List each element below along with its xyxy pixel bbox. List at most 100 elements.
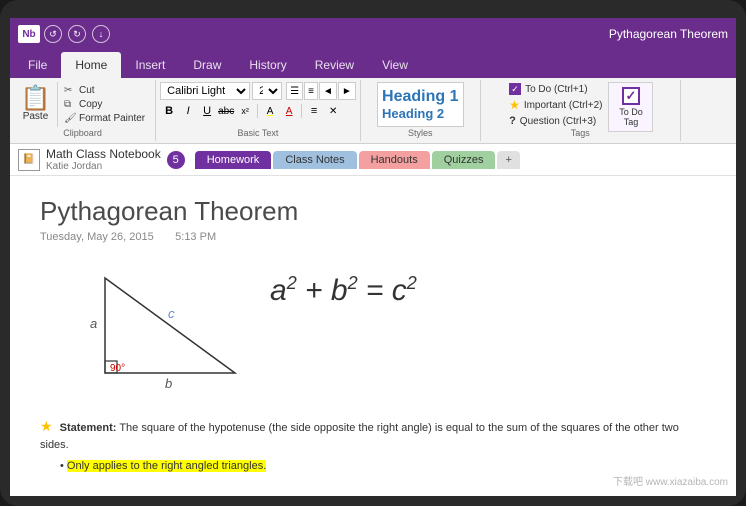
- paste-button[interactable]: 📋 Paste: [14, 82, 58, 127]
- todo-tag-button[interactable]: ✓ To DoTag: [608, 82, 653, 132]
- section-tab-handouts[interactable]: Handouts: [359, 151, 430, 169]
- format-painter-button[interactable]: 🖌 Format Painter: [62, 112, 147, 125]
- notebook-title: Math Class Notebook: [46, 147, 161, 161]
- content-area: a b c 90° a2 + b2 = c2: [40, 263, 706, 393]
- format-divider2: [301, 104, 302, 118]
- highlighted-text: Only applies to the right angled triangl…: [67, 460, 266, 472]
- forward-icon[interactable]: ↻: [68, 25, 86, 43]
- section-tab-add[interactable]: +: [497, 151, 519, 169]
- onenote-logo: Nb: [18, 25, 40, 43]
- strikethrough-button[interactable]: abc: [217, 102, 235, 120]
- format-row: B I U abc x² A A ≡ ✕: [160, 102, 342, 120]
- highlight-button[interactable]: A: [261, 102, 279, 120]
- section-tab-class-notes[interactable]: Class Notes: [273, 151, 356, 169]
- question-icon: ?: [509, 115, 516, 127]
- important-tag-label: Important (Ctrl+2): [524, 100, 603, 111]
- statement-star-icon: ★: [40, 418, 53, 434]
- clipboard-group-label: Clipboard: [10, 128, 155, 138]
- indent-increase-button[interactable]: ►: [338, 82, 356, 100]
- question-tag-label: Question (Ctrl+3): [520, 116, 596, 127]
- tags-group: ✓ To Do (Ctrl+1) ★ Important (Ctrl+2) ? …: [481, 80, 681, 141]
- tags-list: ✓ To Do (Ctrl+1) ★ Important (Ctrl+2) ? …: [507, 82, 604, 132]
- statement-line: ★ Statement: The square of the hypotenus…: [40, 416, 706, 454]
- tags-group-label: Tags: [481, 128, 680, 138]
- title-bar: Nb ↺ ↻ ↓ Pythagorean Theorem: [10, 18, 736, 50]
- equation-area: a2 + b2 = c2: [270, 263, 417, 308]
- styles-group-label: Styles: [361, 128, 480, 138]
- section-tab-homework[interactable]: Homework: [195, 151, 272, 169]
- triangle-area: a b c 90°: [40, 263, 240, 393]
- svg-text:a: a: [90, 316, 97, 331]
- underline-button[interactable]: U: [198, 102, 216, 120]
- font-row: Calibri Light 20 ☰ ≡ ◄ ►: [160, 82, 356, 100]
- numbered-list-button[interactable]: ≡: [304, 82, 318, 100]
- font-size-select[interactable]: 20: [252, 82, 282, 100]
- svg-text:b: b: [165, 376, 172, 391]
- svg-text:c: c: [168, 306, 175, 321]
- align-button[interactable]: ≡: [305, 102, 323, 120]
- italic-button[interactable]: I: [179, 102, 197, 120]
- superscript-button[interactable]: x²: [236, 102, 254, 120]
- basic-text-group: Calibri Light 20 ☰ ≡ ◄ ► B: [156, 80, 361, 141]
- tab-file[interactable]: File: [14, 52, 61, 78]
- heading2-style[interactable]: Heading 2: [380, 106, 460, 122]
- title-bar-left: Nb ↺ ↻ ↓: [18, 25, 110, 43]
- font-family-select[interactable]: Calibri Light: [160, 82, 250, 100]
- todo-tag-right-label: To DoTag: [619, 107, 643, 127]
- save-icon[interactable]: ↓: [92, 25, 110, 43]
- tab-review[interactable]: Review: [301, 52, 368, 78]
- bullet-list-button[interactable]: ☰: [286, 82, 303, 100]
- tab-view[interactable]: View: [368, 52, 422, 78]
- todo-tag-item[interactable]: ✓ To Do (Ctrl+1): [507, 82, 604, 96]
- ribbon-content: 📋 Paste ✂ Cut ⧉ Copy 🖌: [10, 78, 736, 144]
- clipboard-group: 📋 Paste ✂ Cut ⧉ Copy 🖌: [10, 80, 156, 141]
- styles-scroll: Heading 1 Heading 2: [377, 82, 463, 127]
- paste-icon: 📋: [21, 87, 51, 111]
- date-text: Tuesday, May 26, 2015: [40, 231, 154, 243]
- tab-insert[interactable]: Insert: [121, 52, 179, 78]
- important-star-icon: ★: [509, 98, 520, 112]
- watermark: 下载吧 www.xiazaiba.com: [613, 473, 728, 488]
- question-tag-item[interactable]: ? Question (Ctrl+3): [507, 114, 604, 128]
- page-content: Pythagorean Theorem Tuesday, May 26, 201…: [10, 176, 736, 413]
- page-date: Tuesday, May 26, 2015 5:13 PM: [40, 231, 706, 243]
- todo-tag-icon: ✓: [622, 87, 640, 105]
- important-tag-item[interactable]: ★ Important (Ctrl+2): [507, 97, 604, 113]
- tab-home[interactable]: Home: [61, 52, 121, 78]
- clear-formatting-button[interactable]: ✕: [324, 102, 342, 120]
- copy-icon: ⧉: [64, 99, 76, 110]
- equation-text: a2 + b2 = c2: [270, 274, 417, 307]
- notebook-owner: Katie Jordan: [46, 161, 161, 172]
- styles-group: Heading 1 Heading 2 Styles: [361, 80, 481, 141]
- statement-text: The square of the hypotenuse (the side o…: [40, 422, 679, 451]
- tags-row: ✓ To Do (Ctrl+1) ★ Important (Ctrl+2) ? …: [507, 82, 653, 132]
- bullet-item: • Only applies to the right angled trian…: [60, 458, 706, 475]
- notebook-icon: 📔: [18, 149, 40, 171]
- bold-button[interactable]: B: [160, 102, 178, 120]
- section-tabs: Homework Class Notes Handouts Quizzes +: [195, 151, 520, 169]
- todo-checkbox: ✓: [509, 83, 521, 95]
- sync-count[interactable]: 5: [167, 151, 185, 169]
- ribbon-tabs: File Home Insert Draw History Review Vie…: [10, 50, 736, 78]
- ribbon: File Home Insert Draw History Review Vie…: [10, 50, 736, 144]
- heading1-style[interactable]: Heading 1: [380, 87, 460, 106]
- indent-decrease-button[interactable]: ◄: [319, 82, 337, 100]
- time-text: 5:13 PM: [175, 231, 216, 243]
- copy-button[interactable]: ⧉ Copy: [62, 98, 147, 111]
- cut-button[interactable]: ✂ Cut: [62, 84, 147, 97]
- todo-tag-label: To Do (Ctrl+1): [525, 84, 588, 95]
- back-icon[interactable]: ↺: [44, 25, 62, 43]
- font-color-button[interactable]: A: [280, 102, 298, 120]
- triangle-diagram: a b c 90°: [40, 263, 240, 393]
- clipboard-sub: ✂ Cut ⧉ Copy 🖌 Format Painter: [58, 82, 151, 127]
- section-tab-quizzes[interactable]: Quizzes: [432, 151, 496, 169]
- tab-draw[interactable]: Draw: [179, 52, 235, 78]
- page-title: Pythagorean Theorem: [40, 196, 706, 227]
- paste-label: Paste: [23, 111, 49, 122]
- notebook-bar: 📔 Math Class Notebook Katie Jordan 5 Hom…: [10, 144, 736, 176]
- svg-text:90°: 90°: [110, 363, 125, 374]
- title-bar-icons: ↺ ↻ ↓: [44, 25, 110, 43]
- cut-icon: ✂: [64, 85, 76, 96]
- tab-history[interactable]: History: [235, 52, 300, 78]
- format-divider: [257, 104, 258, 118]
